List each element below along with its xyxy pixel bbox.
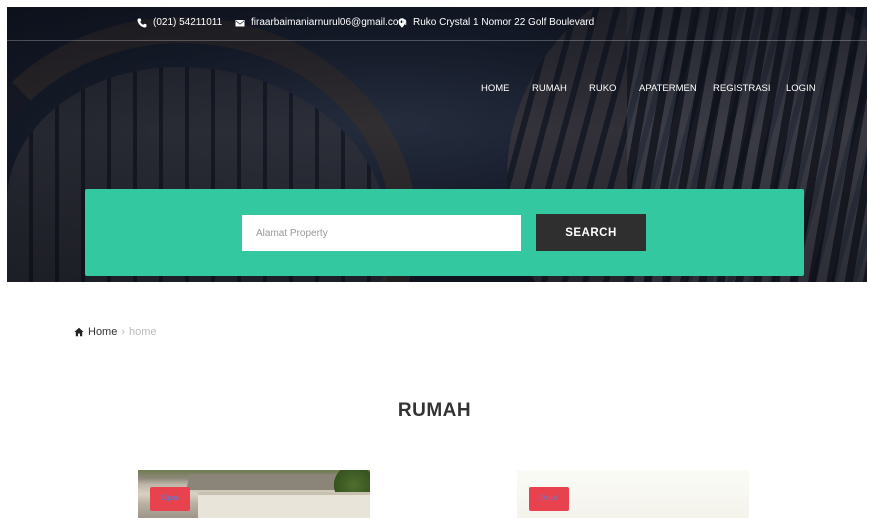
section-title: RUMAH [397,400,472,421]
contact-email[interactable]: firaarbaimaniarnurul06@gmail.com [235,17,407,28]
contact-email-text: firaarbaimaniarnurul06@gmail.com [251,17,407,28]
envelope-icon [235,19,245,26]
nav-home[interactable]: HOME [481,83,510,94]
property-status-badge: Dijual [150,487,190,511]
page: (021) 54211011 firaarbaimaniarnurul06@gm… [0,0,869,518]
nav-ruko[interactable]: RUKO [589,83,616,94]
search-input[interactable] [242,215,521,251]
breadcrumb-home-link[interactable]: Home [88,326,117,338]
hero-banner: (021) 54211011 firaarbaimaniarnurul06@gm… [7,7,867,282]
search-button[interactable]: SEARCH [536,214,646,251]
contact-phone-text: (021) 54211011 [153,17,223,28]
contact-address: Ruko Crystal 1 Nomor 22 Golf Boulevard [397,17,594,28]
nav-login[interactable]: LOGIN [786,83,816,94]
property-card[interactable]: Dijual [138,470,370,518]
breadcrumb-current: home [129,326,157,338]
property-status-badge: Dijual [529,487,569,511]
nav-rumah[interactable]: RUMAH [532,83,567,94]
home-icon [74,327,84,337]
nav-registrasi[interactable]: REGISTRASI [713,83,771,94]
breadcrumb: Home › home [74,326,157,338]
property-card[interactable]: Dijual [517,470,749,518]
nav-apatermen[interactable]: APATERMEN [639,83,697,94]
phone-icon [137,18,147,28]
contact-bar: (021) 54211011 firaarbaimaniarnurul06@gm… [7,7,867,41]
breadcrumb-separator: › [121,326,126,338]
contact-address-text: Ruko Crystal 1 Nomor 22 Golf Boulevard [413,17,595,28]
contact-phone[interactable]: (021) 54211011 [137,17,222,28]
search-panel: SEARCH [85,189,804,276]
map-marker-icon [398,17,406,28]
